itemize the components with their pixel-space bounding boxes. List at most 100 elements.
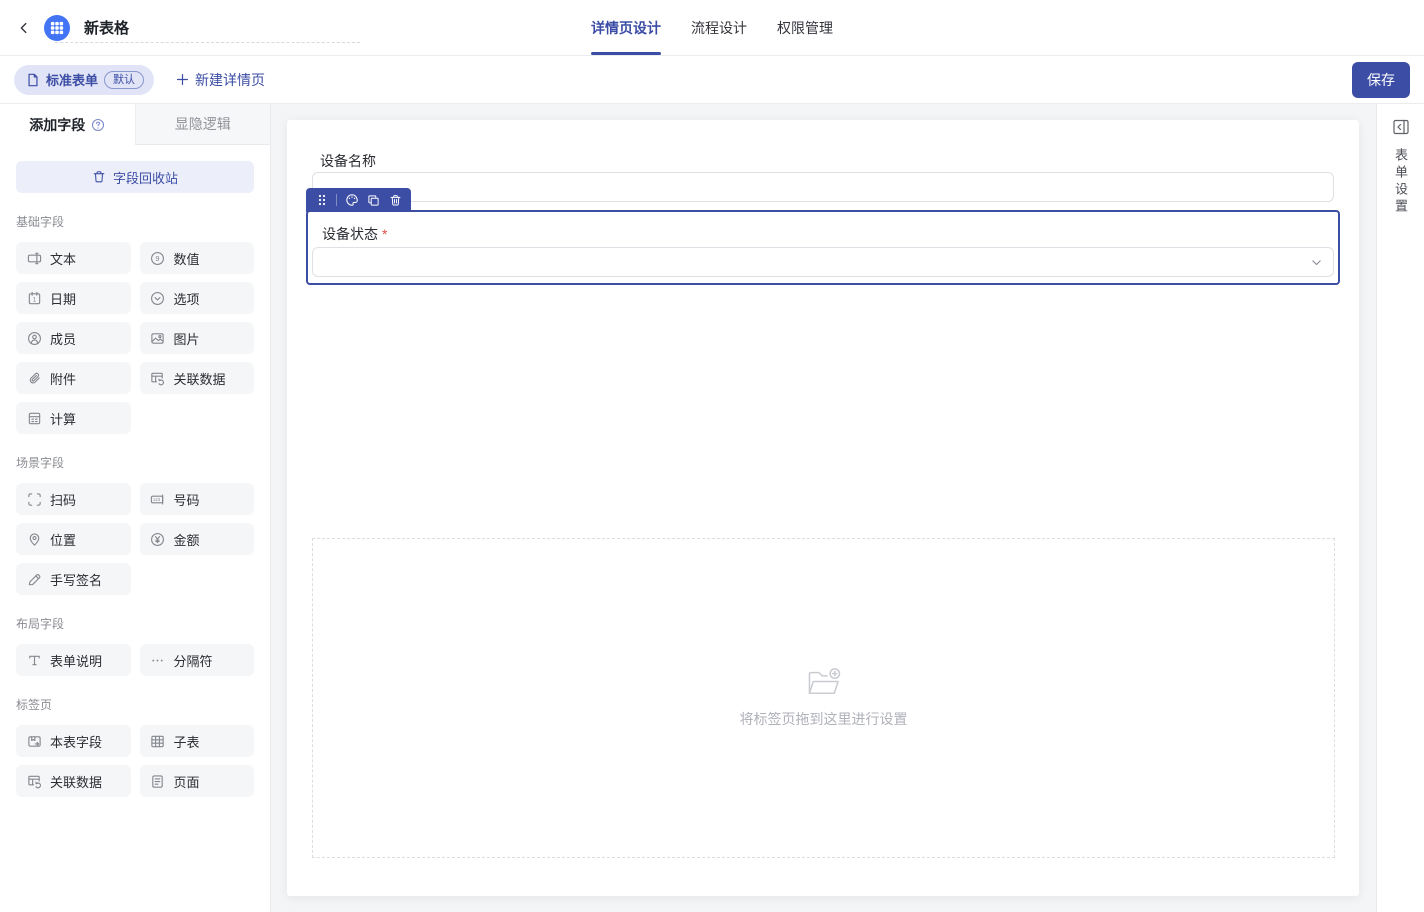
back-button[interactable]	[12, 16, 36, 40]
field-item-label: 本表字段	[50, 732, 102, 751]
field-recycle-bin-button[interactable]: 字段回收站	[16, 161, 254, 193]
device-status-select[interactable]	[312, 247, 1334, 277]
divider-icon	[150, 652, 166, 668]
standard-form-pill[interactable]: 标准表单 默认	[14, 65, 154, 95]
tab-add-field[interactable]: 添加字段	[0, 104, 135, 145]
header-tabs: 详情页设计 流程设计 权限管理	[591, 0, 833, 55]
calc-icon	[26, 410, 42, 426]
field-item-date[interactable]: 1 日期	[16, 282, 131, 314]
app-grid-icon[interactable]	[44, 15, 70, 41]
drag-handle-icon[interactable]	[314, 193, 329, 208]
folder-plus-icon	[806, 667, 842, 697]
document-icon	[26, 73, 40, 87]
section-grid: 扫码 123号码位置 金额手写签名	[16, 483, 254, 595]
grid-glyph	[50, 21, 64, 35]
field-item-label: 关联数据	[174, 369, 226, 388]
field-item-signature[interactable]: 手写签名	[16, 563, 131, 595]
attachment-icon	[26, 370, 42, 386]
tab-detail-page-design[interactable]: 详情页设计	[591, 0, 661, 55]
field-item-relation[interactable]: 关联数据	[16, 765, 131, 797]
add-field-label: 添加字段	[29, 115, 85, 135]
field-item-label: 图片	[174, 329, 200, 348]
panel-expand-icon	[1392, 118, 1410, 136]
svg-text:9: 9	[155, 254, 159, 263]
form-canvas[interactable]: 设备名称	[287, 120, 1359, 896]
delete-field-button[interactable]	[388, 193, 403, 208]
field-item-location[interactable]: 位置	[16, 523, 131, 555]
drag-dots-glyph	[317, 194, 327, 206]
field-device-status-selected[interactable]: 设备状态*	[306, 210, 1340, 285]
save-button[interactable]: 保存	[1352, 62, 1410, 98]
field-device-name[interactable]: 设备名称	[287, 120, 1359, 202]
field-item-option[interactable]: 选项	[140, 282, 255, 314]
duplicate-field-button[interactable]	[366, 193, 381, 208]
section-grid: 本表字段 子表关联数据 页面	[16, 725, 254, 797]
relation-icon	[150, 370, 166, 386]
new-detail-page-button[interactable]: 新建详情页	[176, 70, 265, 90]
image-icon	[150, 330, 166, 346]
field-item-attachment[interactable]: 附件	[16, 362, 131, 394]
form-title[interactable]: 新表格	[84, 17, 129, 38]
field-item-serial[interactable]: 123号码	[140, 483, 255, 515]
copy-icon	[367, 194, 380, 207]
field-item-number[interactable]: 9 数值	[140, 242, 255, 274]
scan-icon	[26, 491, 42, 507]
field-item-label: 页面	[174, 772, 200, 791]
field-item-scan[interactable]: 扫码	[16, 483, 131, 515]
required-asterisk: *	[382, 226, 387, 242]
field-item-form-note[interactable]: 表单说明	[16, 644, 131, 676]
device-status-label: 设备状态*	[312, 224, 387, 244]
signature-icon	[26, 571, 42, 587]
tab-page-dropzone[interactable]: 将标签页拖到这里进行设置	[312, 538, 1335, 858]
option-icon	[150, 290, 166, 306]
form-note-icon	[26, 652, 42, 668]
field-item-label: 号码	[174, 490, 200, 509]
chevron-left-icon	[17, 21, 31, 35]
title-underline	[55, 42, 360, 43]
field-item-page[interactable]: 页面	[140, 765, 255, 797]
help-icon[interactable]	[91, 118, 105, 132]
form-settings-label[interactable]: 表单设置	[1391, 148, 1410, 216]
section-grid: 文本 9 数值 1 日期 选项成员 图片附件 关联数据计算	[16, 242, 254, 434]
visibility-logic-label: 显隐逻辑	[175, 114, 231, 134]
field-item-label: 计算	[50, 409, 76, 428]
tab-visibility-logic[interactable]: 显隐逻辑	[135, 104, 271, 145]
field-item-subtable[interactable]: 子表	[140, 725, 255, 757]
field-item-label: 子表	[174, 732, 200, 751]
field-item-image[interactable]: 图片	[140, 322, 255, 354]
field-item-member[interactable]: 成员	[16, 322, 131, 354]
field-item-divider[interactable]: 分隔符	[140, 644, 255, 676]
field-item-label: 日期	[50, 289, 76, 308]
toolbar-divider	[336, 194, 337, 206]
style-palette-button[interactable]	[344, 193, 359, 208]
field-item-current-table[interactable]: 本表字段	[16, 725, 131, 757]
detail-page-bar: 标准表单 默认 新建详情页 保存	[0, 56, 1424, 104]
trash-icon	[389, 194, 402, 207]
field-item-label: 位置	[50, 530, 76, 549]
field-sidebar: 添加字段 显隐逻辑 字段回收站 基础字段文本9数值1日期选项成员图片附件关联数据…	[0, 104, 271, 912]
sidebar-tabs: 添加字段 显隐逻辑	[0, 104, 270, 145]
tab-flow-design[interactable]: 流程设计	[691, 0, 747, 55]
new-detail-page-label: 新建详情页	[195, 70, 265, 90]
field-item-label: 数值	[174, 249, 200, 268]
default-badge: 默认	[104, 71, 144, 89]
field-sections: 基础字段文本9数值1日期选项成员图片附件关联数据计算场景字段扫码123号码位置金…	[16, 213, 254, 797]
app-root: 新表格 详情页设计 流程设计 权限管理 标准表单 默认 新建详情页 保存 添加字…	[0, 0, 1424, 912]
sidebar-body: 字段回收站 基础字段文本9数值1日期选项成员图片附件关联数据计算场景字段扫码12…	[0, 145, 270, 912]
section-title: 布局字段	[16, 615, 254, 632]
field-item-label: 金额	[174, 530, 200, 549]
form-settings-rail: 表单设置	[1376, 104, 1424, 912]
money-icon	[150, 531, 166, 547]
field-item-label: 选项	[174, 289, 200, 308]
member-icon	[26, 330, 42, 346]
tab-permission-management[interactable]: 权限管理	[777, 0, 833, 55]
date-icon: 1	[26, 290, 42, 306]
device-name-label: 设备名称	[312, 151, 1334, 171]
field-item-relation[interactable]: 关联数据	[140, 362, 255, 394]
expand-panel-button[interactable]	[1392, 118, 1410, 136]
field-item-money[interactable]: 金额	[140, 523, 255, 555]
field-item-calc[interactable]: 计算	[16, 402, 131, 434]
field-item-label: 关联数据	[50, 772, 102, 791]
field-item-text[interactable]: 文本	[16, 242, 131, 274]
device-name-input[interactable]	[312, 172, 1334, 202]
